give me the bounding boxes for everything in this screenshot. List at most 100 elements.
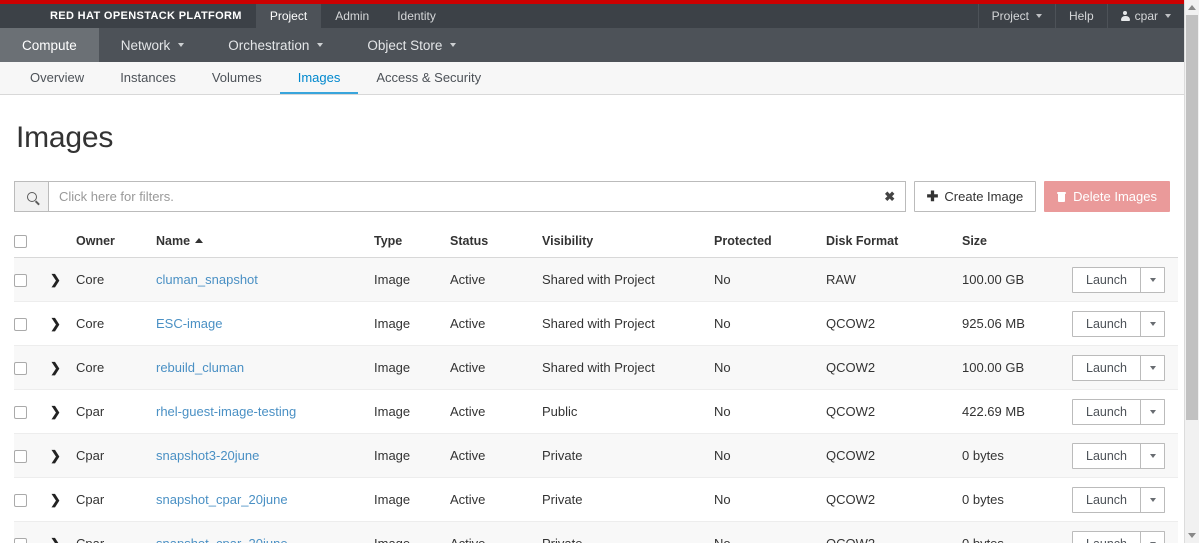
page-scrollbar[interactable] [1184, 0, 1199, 543]
launch-dropdown-toggle[interactable] [1141, 442, 1166, 469]
delete-images-button[interactable]: Delete Images [1044, 181, 1170, 212]
chevron-right-icon[interactable]: ❯ [50, 537, 61, 543]
header-owner[interactable]: Owner [76, 226, 156, 259]
nav-item-object-store[interactable]: Object Store [345, 28, 478, 62]
cell-size: 100.00 GB [962, 257, 1072, 303]
launch-dropdown-toggle[interactable] [1141, 310, 1166, 337]
chevron-right-icon[interactable]: ❯ [50, 361, 61, 374]
project-switcher[interactable]: Project [979, 4, 1056, 28]
launch-button[interactable]: Launch [1072, 530, 1142, 543]
cell-visibility: Private [542, 521, 714, 543]
chevron-down-icon [450, 43, 457, 47]
chevron-down-icon [178, 43, 185, 47]
image-name-link[interactable]: snapshot_cpar_20june [156, 492, 288, 507]
header-type[interactable]: Type [374, 226, 450, 259]
table-row[interactable]: ❯ Core ESC-image Image Active Shared wit… [14, 301, 1178, 347]
chevron-down-icon [1149, 453, 1156, 458]
cell-actions: Launch [1072, 389, 1178, 435]
table-row[interactable]: ❯ Core cluman_snapshot Image Active Shar… [14, 257, 1178, 303]
subnav-item-access-security[interactable]: Access & Security [358, 62, 499, 94]
chevron-right-icon[interactable]: ❯ [50, 273, 61, 286]
launch-dropdown-toggle[interactable] [1141, 266, 1166, 293]
subnav-item-images[interactable]: Images [279, 62, 359, 94]
nav-item-compute[interactable]: Compute [0, 28, 99, 62]
expand-header [50, 226, 76, 259]
subnav-item-instances[interactable]: Instances [102, 62, 194, 94]
clear-filter-button[interactable]: ✖ [875, 182, 905, 211]
masthead-tab-identity[interactable]: Identity [383, 4, 450, 28]
image-name-link[interactable]: rebuild_cluman [156, 360, 244, 375]
masthead-tab-admin[interactable]: Admin [321, 4, 383, 28]
header-disk-format[interactable]: Disk Format [826, 226, 962, 259]
cell-name: snapshot3-20june [156, 433, 374, 479]
launch-dropdown-toggle[interactable] [1141, 530, 1166, 543]
header-name[interactable]: Name [156, 226, 374, 259]
image-name-link[interactable]: ESC-image [156, 316, 222, 331]
launch-dropdown-toggle[interactable] [1141, 354, 1166, 381]
row-checkbox[interactable] [14, 450, 27, 464]
scroll-down-button[interactable] [1185, 528, 1199, 543]
header-status[interactable]: Status [450, 226, 542, 259]
table-row[interactable]: ❯ Cpar snapshot3-20june Image Active Pri… [14, 433, 1178, 479]
image-name-link[interactable]: cluman_snapshot [156, 272, 258, 287]
chevron-right-icon[interactable]: ❯ [50, 317, 61, 330]
primary-nav: Compute Network Orchestration Object Sto… [0, 28, 1184, 62]
create-image-button[interactable]: ✚ Create Image [913, 181, 1037, 212]
user-menu-label: cpar [1134, 9, 1158, 23]
row-checkbox[interactable] [14, 274, 27, 288]
launch-button[interactable]: Launch [1072, 486, 1142, 513]
cell-protected: No [714, 389, 826, 435]
table-row[interactable]: ❯ Cpar snapshot_cpar_20june Image Active… [14, 521, 1178, 543]
header-size[interactable]: Size [962, 226, 1072, 259]
subnav-item-volumes[interactable]: Volumes [194, 62, 280, 94]
chevron-down-icon [1149, 409, 1156, 414]
chevron-right-icon[interactable]: ❯ [50, 449, 61, 462]
header-visibility[interactable]: Visibility [542, 226, 714, 259]
cell-actions: Launch [1072, 301, 1178, 347]
launch-button[interactable]: Launch [1072, 266, 1142, 293]
nav-item-network[interactable]: Network [99, 28, 207, 62]
user-menu[interactable]: cpar [1108, 4, 1184, 28]
search-input[interactable] [49, 182, 875, 211]
cell-disk-format: QCOW2 [826, 521, 962, 543]
help-link[interactable]: Help [1056, 4, 1108, 28]
header-protected[interactable]: Protected [714, 226, 826, 259]
launch-button[interactable]: Launch [1072, 398, 1142, 425]
image-name-link[interactable]: snapshot_cpar_20june [156, 536, 288, 543]
search-button[interactable] [15, 182, 49, 211]
launch-button[interactable]: Launch [1072, 442, 1142, 469]
toolbar: ✖ ✚ Create Image Delete Images [14, 181, 1170, 212]
table-row[interactable]: ❯ Cpar rhel-guest-image-testing Image Ac… [14, 389, 1178, 435]
row-checkbox[interactable] [14, 406, 27, 420]
subnav-item-overview[interactable]: Overview [12, 62, 102, 94]
row-checkbox[interactable] [14, 318, 27, 332]
cell-size: 925.06 MB [962, 301, 1072, 347]
scrollbar-thumb[interactable] [1186, 15, 1198, 420]
cell-status: Active [450, 433, 542, 479]
launch-dropdown-toggle[interactable] [1141, 398, 1166, 425]
image-name-link[interactable]: snapshot3-20june [156, 448, 259, 463]
launch-button[interactable]: Launch [1072, 354, 1142, 381]
cell-owner: Cpar [76, 521, 156, 543]
select-all-checkbox[interactable] [14, 235, 27, 249]
row-checkbox[interactable] [14, 538, 27, 543]
create-image-label: Create Image [944, 189, 1024, 204]
chevron-down-icon [1149, 365, 1156, 370]
row-checkbox[interactable] [14, 362, 27, 376]
image-name-link[interactable]: rhel-guest-image-testing [156, 404, 296, 419]
cell-type: Image [374, 345, 450, 391]
cell-actions: Launch [1072, 477, 1178, 523]
cell-owner: Cpar [76, 433, 156, 479]
row-checkbox[interactable] [14, 494, 27, 508]
table-row[interactable]: ❯ Cpar snapshot_cpar_20june Image Active… [14, 477, 1178, 523]
row-expand-cell: ❯ [50, 345, 76, 391]
scroll-up-button[interactable] [1185, 0, 1199, 15]
nav-item-orchestration[interactable]: Orchestration [206, 28, 345, 62]
masthead-tab-project[interactable]: Project [255, 4, 322, 28]
launch-dropdown-toggle[interactable] [1141, 486, 1166, 513]
launch-button[interactable]: Launch [1072, 310, 1142, 337]
chevron-right-icon[interactable]: ❯ [50, 493, 61, 506]
chevron-right-icon[interactable]: ❯ [50, 405, 61, 418]
table-row[interactable]: ❯ Core rebuild_cluman Image Active Share… [14, 345, 1178, 391]
cell-disk-format: QCOW2 [826, 345, 962, 391]
